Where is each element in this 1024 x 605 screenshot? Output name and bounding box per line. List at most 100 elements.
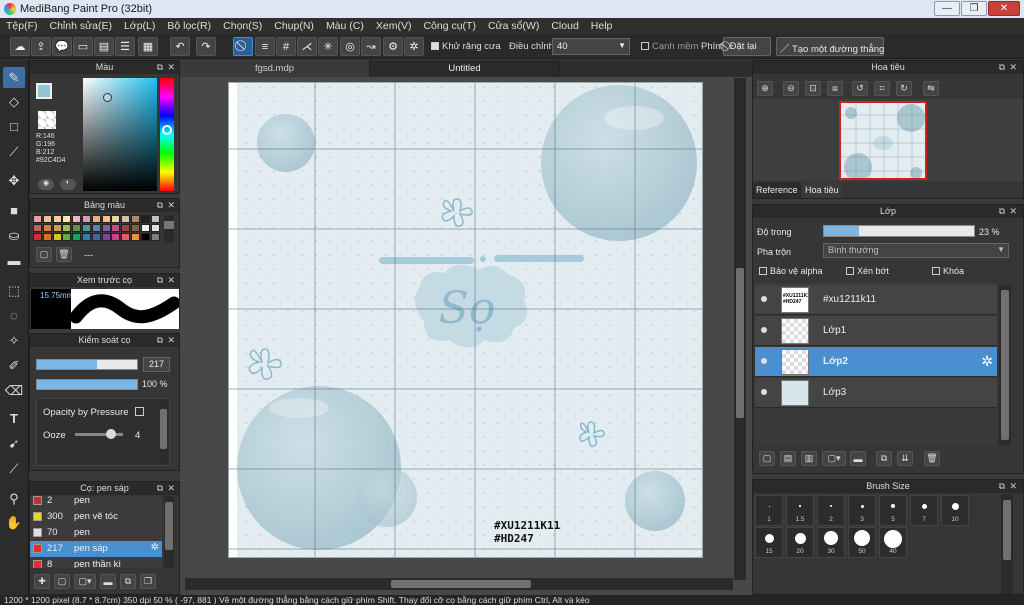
brush-size-option[interactable]: 7 bbox=[910, 495, 938, 526]
visibility-icon[interactable] bbox=[761, 296, 767, 302]
menu-snap[interactable]: Chụp(N) bbox=[274, 20, 314, 32]
navigator-viewport[interactable] bbox=[839, 101, 927, 180]
comment-icon[interactable]: 💬 bbox=[52, 37, 72, 56]
pressure-checkbox[interactable] bbox=[135, 407, 144, 416]
bucket-tool-icon[interactable]: ⛀ bbox=[3, 225, 25, 246]
select-eraser-icon[interactable]: ⌫ bbox=[3, 380, 25, 401]
straight-line-button[interactable]: ／ Tạo một đường thẳng bbox=[776, 37, 884, 56]
minimize-button[interactable]: — bbox=[934, 1, 960, 16]
menu-filter[interactable]: Bộ lọc(R) bbox=[167, 20, 211, 32]
rotate-left-icon[interactable]: ↺ bbox=[852, 81, 868, 96]
artwork-canvas[interactable]: Sọ #XU1211K11 #HD247 bbox=[228, 82, 703, 558]
close-icon[interactable]: ✕ bbox=[1009, 205, 1017, 218]
add-layer-menu-icon[interactable]: ▢▾ bbox=[822, 451, 846, 466]
palette-swatch[interactable] bbox=[111, 224, 121, 232]
layer-opacity-slider[interactable] bbox=[823, 225, 975, 237]
palette-swatch[interactable] bbox=[140, 224, 150, 232]
brush-size-option[interactable]: 50 bbox=[848, 527, 876, 558]
panel-icon[interactable]: ▭ bbox=[73, 37, 93, 56]
palette-swatch[interactable] bbox=[140, 215, 150, 223]
list-item-selected[interactable]: 217 pen sáp ✲ bbox=[30, 541, 162, 557]
visibility-icon[interactable] bbox=[761, 358, 767, 364]
brush-size-option[interactable]: 5 bbox=[879, 495, 907, 526]
canvas-horizontal-scrollbar[interactable] bbox=[185, 578, 733, 590]
menu-help[interactable]: Help bbox=[591, 20, 613, 32]
gear-icon[interactable]: ✲ bbox=[151, 542, 159, 553]
popout-icon[interactable]: ⧉ bbox=[157, 334, 163, 347]
options-scrollbar[interactable] bbox=[159, 401, 168, 463]
palette-swatch[interactable] bbox=[42, 215, 52, 223]
text-tool-icon[interactable]: T bbox=[3, 408, 25, 429]
actual-size-icon[interactable]: ⧈ bbox=[827, 81, 843, 96]
close-button[interactable]: ✕ bbox=[988, 1, 1020, 16]
palette-swatch[interactable] bbox=[62, 224, 72, 232]
palette-swatch[interactable] bbox=[62, 215, 72, 223]
palette-swatch[interactable] bbox=[33, 215, 42, 223]
tab-reference[interactable]: Reference bbox=[753, 182, 801, 198]
clipping-checkbox[interactable]: Xén bớt bbox=[846, 266, 889, 276]
transparent-swatch[interactable] bbox=[38, 111, 56, 129]
list-item[interactable]: 2 pen bbox=[30, 496, 162, 509]
list-item[interactable]: 300 pen vẽ tóc bbox=[30, 509, 162, 525]
layer-row[interactable]: Lớp1 bbox=[755, 316, 997, 346]
palette-swatch[interactable] bbox=[140, 233, 150, 241]
line-tool-icon[interactable]: ⟋ bbox=[3, 141, 25, 162]
brush-size-option[interactable]: 1.5 bbox=[786, 495, 814, 526]
palette-swatch[interactable] bbox=[82, 215, 91, 223]
gradient-tool-icon[interactable]: ▬ bbox=[3, 250, 25, 271]
palette-swatch[interactable] bbox=[72, 215, 82, 223]
brush-size-option[interactable]: 2 bbox=[817, 495, 845, 526]
eraser-tool-icon[interactable]: ◇ bbox=[3, 91, 25, 112]
list-item[interactable]: 8 pen thần kì bbox=[30, 557, 162, 568]
maximize-button[interactable]: ❐ bbox=[961, 1, 987, 16]
close-icon[interactable]: ✕ bbox=[167, 482, 175, 495]
popout-icon[interactable]: ⧉ bbox=[157, 199, 163, 212]
close-icon[interactable]: ✕ bbox=[167, 334, 175, 347]
new-layer-icon[interactable]: ▢ bbox=[759, 451, 775, 466]
palette-swatch[interactable] bbox=[131, 233, 140, 241]
palette-swatch[interactable] bbox=[131, 224, 140, 232]
brush-size-option[interactable]: 40 bbox=[879, 527, 907, 558]
new-brush-icon[interactable]: ▢ bbox=[54, 574, 70, 589]
new-layer-8bit-icon[interactable]: ▤ bbox=[780, 451, 796, 466]
palette-swatch[interactable] bbox=[101, 215, 111, 223]
brush-size-slider[interactable] bbox=[36, 359, 138, 370]
popout-icon[interactable]: ⧉ bbox=[157, 274, 163, 287]
palette-swatch[interactable] bbox=[52, 233, 62, 241]
tab-navigator[interactable]: Hoa tiêu bbox=[802, 182, 842, 198]
fit-icon[interactable]: ⊡ bbox=[805, 81, 821, 96]
layer-row-selected[interactable]: Lớp2 ✲ bbox=[755, 347, 997, 377]
saturation-value-picker[interactable] bbox=[83, 78, 157, 191]
palette-swatch[interactable] bbox=[91, 224, 101, 232]
close-icon[interactable]: ✕ bbox=[167, 274, 175, 287]
popout-icon[interactable]: ⧉ bbox=[999, 205, 1005, 218]
palette-swatch[interactable] bbox=[62, 233, 72, 241]
palette-swatch[interactable] bbox=[111, 215, 121, 223]
palette-swatch[interactable] bbox=[42, 233, 52, 241]
popout-icon[interactable]: ⧉ bbox=[157, 482, 163, 495]
zoom-out-icon[interactable]: ⊖ bbox=[783, 81, 799, 96]
close-icon[interactable]: ✕ bbox=[1009, 61, 1017, 74]
checkbox-icon[interactable] bbox=[759, 267, 767, 275]
list-icon[interactable]: ☰ bbox=[115, 37, 135, 56]
select-pen-icon[interactable]: ✐ bbox=[3, 355, 25, 376]
popout-icon[interactable]: ⧉ bbox=[157, 61, 163, 74]
reset-button[interactable]: ⃠ Đặt lại bbox=[723, 37, 771, 56]
popout-icon[interactable]: ⧉ bbox=[999, 480, 1005, 493]
menu-select[interactable]: Chọn(S) bbox=[223, 20, 262, 32]
reset-view-icon[interactable]: ⌗ bbox=[874, 81, 890, 96]
checkbox-icon[interactable] bbox=[846, 267, 854, 275]
menu-cloud[interactable]: Cloud bbox=[551, 20, 578, 32]
lock-checkbox[interactable]: Khóa bbox=[932, 266, 964, 276]
add-brush-icon[interactable]: ✚ bbox=[34, 574, 50, 589]
folder-icon[interactable]: ▬ bbox=[850, 451, 866, 466]
magic-wand-icon[interactable]: ✧ bbox=[3, 330, 25, 351]
cloud-icon[interactable]: ☁ bbox=[10, 37, 30, 56]
palette-swatch[interactable] bbox=[91, 233, 101, 241]
rectangle-select-icon[interactable]: □ bbox=[3, 116, 25, 137]
snap-grid-icon[interactable]: # bbox=[276, 37, 296, 56]
checkbox-icon[interactable] bbox=[932, 267, 940, 275]
snap-circle-icon[interactable]: ◎ bbox=[340, 37, 360, 56]
ooze-slider[interactable] bbox=[75, 429, 123, 439]
layer-scrollbar[interactable] bbox=[999, 285, 1011, 445]
